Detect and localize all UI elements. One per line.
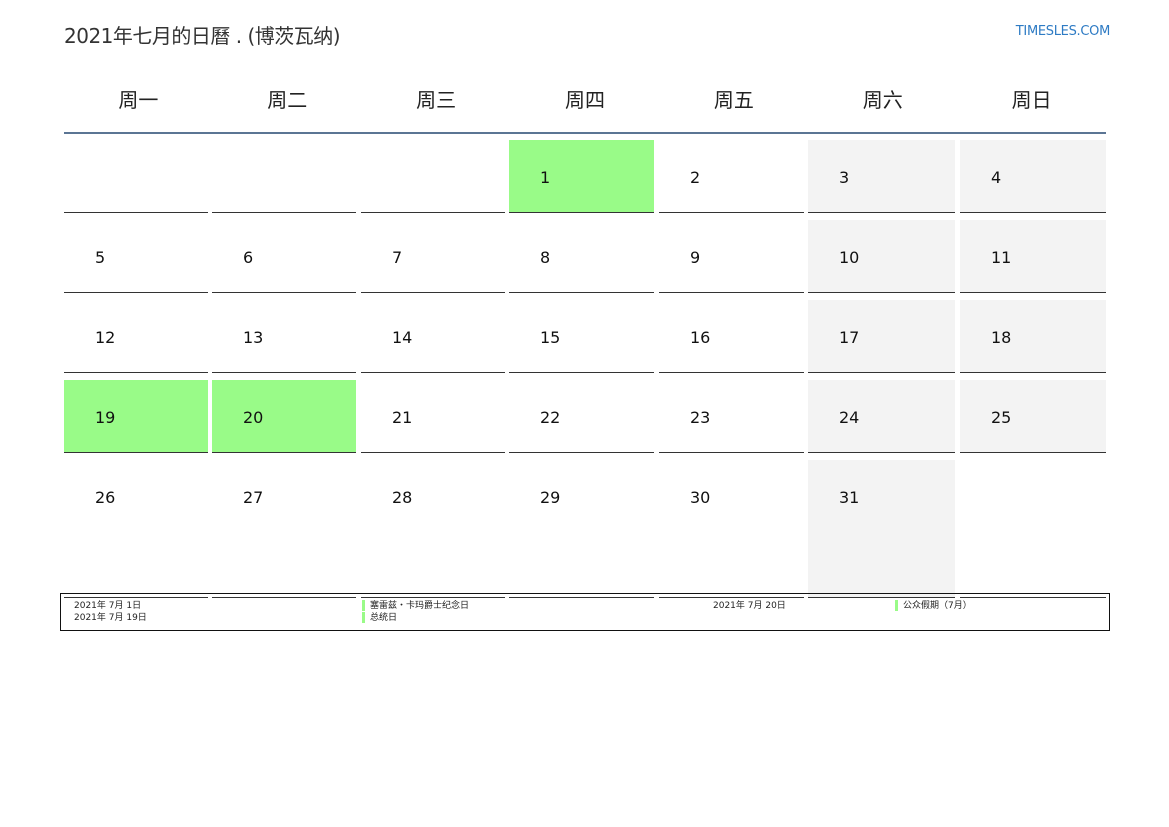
calendar-week: 19 20 21 22 23 24 25 — [64, 380, 1106, 460]
empty-day-cell — [64, 140, 208, 213]
weekday-friday: 周五 — [713, 88, 754, 112]
day-cell[interactable]: 8 — [509, 220, 654, 293]
day-cell[interactable]: 19 — [64, 380, 208, 453]
day-number: 8 — [540, 248, 551, 267]
day-cell[interactable]: 5 — [64, 220, 208, 293]
day-cell[interactable]: 14 — [361, 300, 505, 373]
weekday-thursday: 周四 — [565, 88, 605, 112]
day-cell[interactable]: 15 — [509, 300, 654, 373]
day-cell[interactable]: 6 — [212, 220, 356, 293]
day-cell[interactable]: 10 — [808, 220, 955, 293]
day-cell[interactable]: 17 — [808, 300, 955, 373]
day-cell[interactable]: 16 — [659, 300, 804, 373]
legend-date: 2021年 7月 19日 — [74, 613, 147, 623]
day-cell[interactable]: 22 — [509, 380, 654, 453]
day-number: 28 — [392, 488, 413, 507]
day-number: 7 — [392, 248, 403, 267]
day-cell[interactable]: 21 — [361, 380, 505, 453]
day-number: 18 — [991, 328, 1012, 347]
day-number: 26 — [95, 488, 116, 507]
day-number: 10 — [839, 248, 860, 267]
weekday-header: 周一 周二 周三 周四 周五 周六 周日 — [64, 80, 1106, 134]
legend-event: 塞雷兹・卡玛爵士纪念日 — [362, 600, 469, 612]
day-cell[interactable]: 4 — [960, 140, 1106, 213]
day-number: 17 — [839, 328, 860, 347]
weekday-tuesday: 周二 — [267, 88, 308, 112]
day-cell[interactable]: 28 — [361, 460, 505, 598]
weekday-sunday: 周日 — [1011, 88, 1052, 112]
day-number: 13 — [243, 328, 264, 347]
day-number: 3 — [839, 168, 850, 187]
weekday-wednesday: 周三 — [416, 88, 457, 112]
day-cell[interactable]: 11 — [960, 220, 1106, 293]
brand-link[interactable]: TIMESLES.COM — [1016, 24, 1111, 39]
day-number: 2 — [690, 168, 701, 187]
day-cell[interactable]: 30 — [659, 460, 804, 598]
empty-day-cell — [960, 460, 1106, 598]
calendar-week: 5 6 7 8 9 10 11 — [64, 220, 1106, 300]
day-cell[interactable]: 25 — [960, 380, 1106, 453]
day-number: 6 — [243, 248, 254, 267]
empty-day-cell — [361, 140, 505, 213]
day-number: 19 — [95, 408, 116, 427]
day-number: 21 — [392, 408, 413, 427]
day-cell[interactable]: 26 — [64, 460, 208, 598]
day-number: 15 — [540, 328, 561, 347]
weekday-monday: 周一 — [118, 88, 159, 112]
day-number: 27 — [243, 488, 264, 507]
day-number: 1 — [540, 168, 551, 187]
day-number: 9 — [690, 248, 701, 267]
day-number: 22 — [540, 408, 561, 427]
calendar-week: 26 27 28 29 30 31 — [64, 460, 1106, 598]
day-cell[interactable]: 1 — [509, 140, 654, 213]
day-number: 25 — [991, 408, 1012, 427]
calendar-week: 12 13 14 15 16 17 18 — [64, 300, 1106, 380]
day-cell[interactable]: 24 — [808, 380, 955, 453]
day-cell[interactable]: 31 — [808, 460, 955, 598]
day-number: 23 — [690, 408, 711, 427]
day-cell[interactable]: 27 — [212, 460, 356, 598]
day-cell[interactable]: 12 — [64, 300, 208, 373]
day-number: 16 — [690, 328, 711, 347]
holiday-legend: 2021年 7月 1日 2021年 7月 19日 塞雷兹・卡玛爵士纪念日 总统日… — [60, 593, 1110, 631]
day-cell[interactable]: 9 — [659, 220, 804, 293]
day-cell[interactable]: 23 — [659, 380, 804, 453]
day-number: 24 — [839, 408, 860, 427]
legend-date: 2021年 7月 1日 — [74, 601, 142, 611]
page-title: 2021年七月的日曆 . (博茨瓦纳) — [64, 24, 341, 48]
day-cell[interactable]: 13 — [212, 300, 356, 373]
day-cell[interactable]: 20 — [212, 380, 356, 453]
day-number: 11 — [991, 248, 1012, 267]
empty-day-cell — [212, 140, 356, 213]
day-cell[interactable]: 7 — [361, 220, 505, 293]
day-cell[interactable]: 3 — [808, 140, 955, 213]
calendar-grid: 1 2 3 4 5 6 7 8 9 10 11 12 13 14 15 16 17 18 19 20 21 22 23 24 2… — [64, 140, 1106, 598]
day-cell[interactable]: 29 — [509, 460, 654, 598]
day-number: 30 — [690, 488, 711, 507]
legend-event: 总统日 — [362, 612, 397, 624]
day-cell[interactable]: 2 — [659, 140, 804, 213]
day-number: 5 — [95, 248, 106, 267]
day-number: 29 — [540, 488, 561, 507]
day-cell[interactable]: 18 — [960, 300, 1106, 373]
day-number: 20 — [243, 408, 264, 427]
legend-date: 2021年 7月 20日 — [713, 601, 786, 611]
day-number: 4 — [991, 168, 1002, 187]
day-number: 14 — [392, 328, 413, 347]
calendar-week: 1 2 3 4 — [64, 140, 1106, 220]
legend-event: 公众假期（7月） — [895, 600, 972, 612]
weekday-saturday: 周六 — [862, 88, 903, 112]
day-number: 31 — [839, 488, 860, 507]
day-number: 12 — [95, 328, 116, 347]
